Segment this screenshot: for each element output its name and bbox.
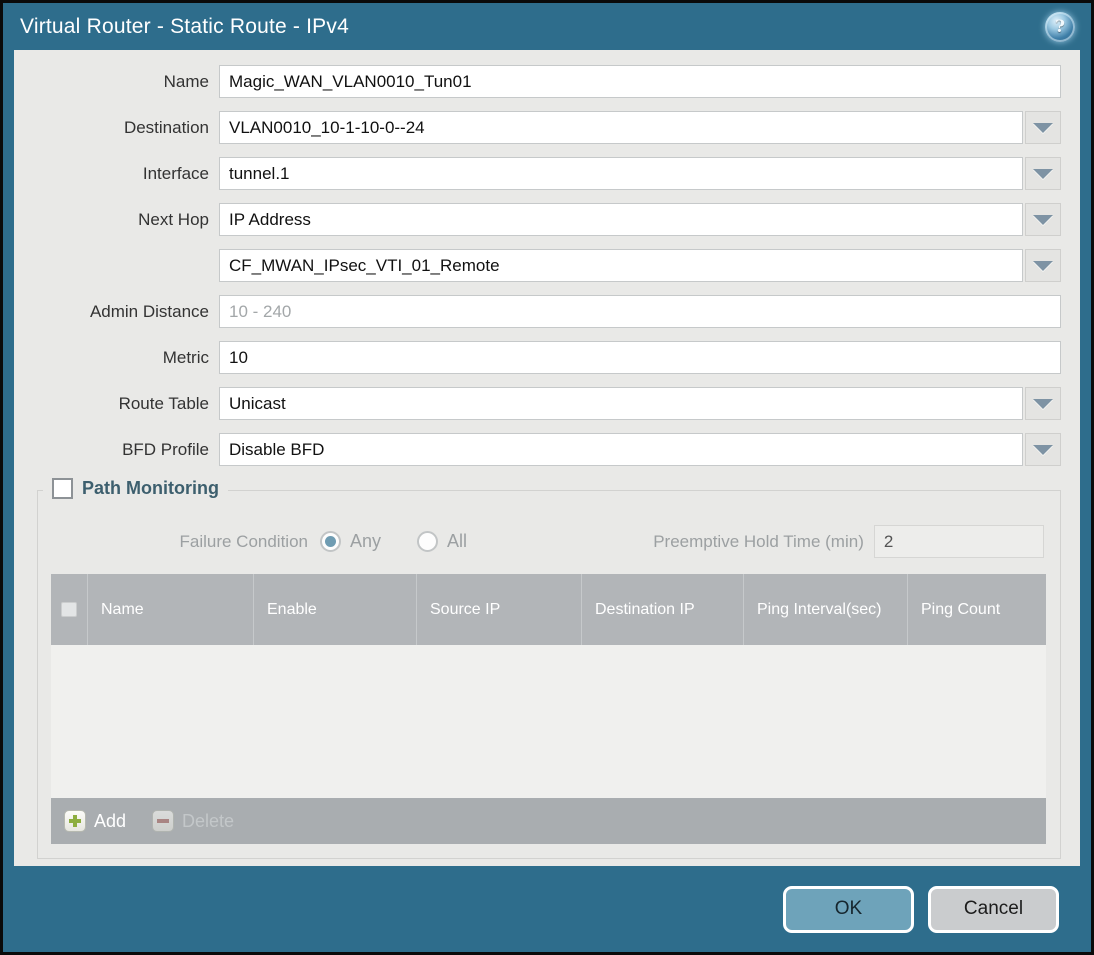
path-monitoring-legend: Path Monitoring xyxy=(43,478,228,499)
route-table-row: Route Table xyxy=(14,387,1061,420)
admin-distance-input[interactable] xyxy=(219,295,1061,328)
next-hop-address-row xyxy=(14,249,1061,282)
destination-label: Destination xyxy=(123,117,209,137)
route-table-input[interactable] xyxy=(219,387,1023,420)
bfd-profile-input[interactable] xyxy=(219,433,1023,466)
interface-dropdown-button[interactable] xyxy=(1025,157,1061,190)
next-hop-address-dropdown-button[interactable] xyxy=(1025,249,1061,282)
column-header-name: Name xyxy=(88,574,254,645)
minus-icon xyxy=(152,810,175,832)
dialog-body: Name Destination Interface xyxy=(14,50,1080,866)
delete-button: Delete xyxy=(152,810,234,832)
column-header-enable: Enable xyxy=(254,574,417,645)
path-monitoring-title: Path Monitoring xyxy=(82,478,219,498)
static-route-dialog: Virtual Router - Static Route - IPv4 ? N… xyxy=(0,0,1094,955)
select-all-cell xyxy=(51,574,88,645)
bfd-profile-row: BFD Profile xyxy=(14,433,1061,466)
ok-button[interactable]: OK xyxy=(783,885,914,933)
chevron-down-icon xyxy=(1033,122,1053,133)
route-table-label: Route Table xyxy=(118,393,209,413)
next-hop-row: Next Hop xyxy=(14,203,1061,236)
preemptive-hold-time-label: Preemptive Hold Time (min) xyxy=(653,531,864,551)
chevron-down-icon xyxy=(1033,214,1053,225)
name-input[interactable] xyxy=(219,65,1061,98)
destination-dropdown-button[interactable] xyxy=(1025,111,1061,144)
chevron-down-icon xyxy=(1033,168,1053,179)
column-header-destination-ip: Destination IP xyxy=(582,574,744,645)
name-row: Name xyxy=(14,65,1061,98)
next-hop-label: Next Hop xyxy=(138,209,209,229)
admin-distance-row: Admin Distance xyxy=(14,295,1061,328)
column-header-ping-count: Ping Count xyxy=(921,600,1001,618)
failure-condition-all-radio xyxy=(417,531,439,552)
add-button[interactable]: Add xyxy=(64,810,126,832)
path-monitoring-checkbox[interactable] xyxy=(52,478,73,499)
dialog-title: Virtual Router - Static Route - IPv4 xyxy=(20,14,349,38)
chevron-down-icon xyxy=(1033,398,1053,409)
path-monitoring-section: Path Monitoring Failure Condition Any Al… xyxy=(37,478,1061,859)
next-hop-address-input[interactable] xyxy=(219,249,1023,282)
bfd-profile-dropdown-button[interactable] xyxy=(1025,433,1061,466)
help-icon-glyph: ? xyxy=(1055,16,1065,37)
help-icon[interactable]: ? xyxy=(1045,11,1075,42)
route-table-dropdown-button[interactable] xyxy=(1025,387,1061,420)
destination-row: Destination xyxy=(14,111,1061,144)
failure-condition-label: Failure Condition xyxy=(179,531,308,551)
failure-condition-any-radio xyxy=(320,531,341,552)
cancel-button[interactable]: Cancel xyxy=(928,885,1059,933)
metric-input[interactable] xyxy=(219,341,1061,374)
chevron-down-icon xyxy=(1033,444,1053,455)
table-footer: Add Delete xyxy=(51,798,1046,844)
metric-row: Metric xyxy=(14,341,1061,374)
table-body-empty xyxy=(51,645,1046,798)
admin-distance-label: Admin Distance xyxy=(89,301,209,321)
delete-button-label: Delete xyxy=(182,810,235,831)
metric-label: Metric xyxy=(162,347,209,367)
failure-condition-any-label: Any xyxy=(350,531,382,551)
interface-row: Interface xyxy=(14,157,1061,190)
interface-input[interactable] xyxy=(219,157,1023,190)
table-header-row: Name Enable Source IP Destination IP Pin… xyxy=(51,574,1046,645)
dialog-titlebar: Virtual Router - Static Route - IPv4 ? xyxy=(3,3,1091,50)
failure-condition-row: Failure Condition Any All Preemptive Hol… xyxy=(38,525,1044,558)
interface-label: Interface xyxy=(142,163,209,183)
bfd-profile-label: BFD Profile xyxy=(122,439,209,459)
add-button-label: Add xyxy=(94,810,127,831)
destination-input[interactable] xyxy=(219,111,1023,144)
chevron-down-icon xyxy=(1033,260,1053,271)
select-all-checkbox[interactable] xyxy=(61,602,77,617)
plus-icon xyxy=(64,810,86,832)
failure-condition-all-label: All xyxy=(447,531,468,551)
path-monitoring-table: Name Enable Source IP Destination IP Pin… xyxy=(51,574,1046,844)
name-label: Name xyxy=(163,71,209,91)
next-hop-type-dropdown-button[interactable] xyxy=(1025,203,1061,236)
next-hop-type-input[interactable] xyxy=(219,203,1023,236)
column-header-source-ip: Source IP xyxy=(417,574,582,645)
column-header-ping-interval: Ping Interval(sec) xyxy=(744,574,908,645)
preemptive-hold-time-input xyxy=(873,525,1044,558)
dialog-footer: OK Cancel xyxy=(3,866,1091,952)
